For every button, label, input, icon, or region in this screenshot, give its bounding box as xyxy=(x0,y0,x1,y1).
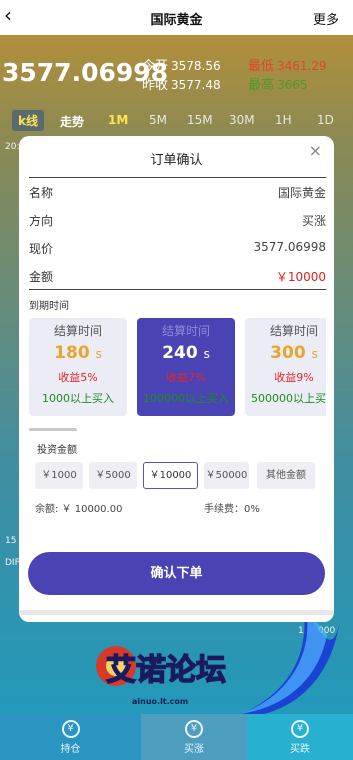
balance-text: 余额: ￥ 10000.00 xyxy=(35,504,123,515)
order-confirm-modal: 订单确认 × 名称 国际黄金 方向 买涨 现价 3577.06998 金额 ￥1… xyxy=(19,136,334,622)
nav-positions-label: 持仓 xyxy=(60,744,81,755)
amount-option[interactable]: ￥5000 xyxy=(89,462,137,489)
tab-kline[interactable]: k线 xyxy=(12,110,44,131)
prev-close-label: 昨收 xyxy=(142,78,169,93)
chart-side-label: 15 xyxy=(5,536,17,546)
card-duration: 300 s xyxy=(270,343,318,363)
coin-icon: ¥ xyxy=(61,720,80,738)
tab-1d[interactable]: 1D xyxy=(317,113,334,127)
other-amount-button[interactable]: 其他金额 xyxy=(257,462,315,489)
low-value: 3461.29 xyxy=(277,59,327,73)
order-row-name: 名称 国际黄金 xyxy=(29,181,326,203)
row-value: 3577.06998 xyxy=(253,240,326,254)
open-stat: 今开 3578.56 xyxy=(142,55,221,74)
row-value: ￥10000 xyxy=(275,270,326,284)
row-label: 金额 xyxy=(29,270,54,284)
expiry-card[interactable]: 结算时间 300 s 收益9% 500000以上买入 xyxy=(245,318,326,416)
row-value: 国际黄金 xyxy=(277,186,326,200)
open-label: 今开 xyxy=(142,59,169,74)
card-min: 1000以上买入 xyxy=(42,392,114,405)
tab-1m[interactable]: 1M xyxy=(108,113,128,127)
amount-options: ￥1000 ￥5000 ￥10000 ￥50000 其他金额 xyxy=(35,462,325,490)
chart-time-label: 20: xyxy=(5,142,20,152)
row-label: 现价 xyxy=(29,242,54,256)
row-value: 买涨 xyxy=(301,214,326,228)
card-yield: 收益7% xyxy=(166,371,206,384)
card-duration: 180 s xyxy=(54,343,102,363)
tab-trend[interactable]: 走势 xyxy=(60,113,84,130)
card-duration: 240 s xyxy=(162,343,210,363)
prev-close-stat: 昨收 3577.48 xyxy=(142,74,221,93)
nav-buy-up-label: 买涨 xyxy=(184,744,204,755)
nav-buy-down[interactable]: ¥ 买跌 xyxy=(247,714,353,760)
page-title: 国际黄金 xyxy=(150,13,203,28)
watermark-logo: 艾诺论坛 ainuo.lt.com xyxy=(92,642,262,712)
prev-close-value: 3577.48 xyxy=(171,78,221,92)
card-yield: 收益5% xyxy=(58,371,98,384)
tab-1h[interactable]: 1H xyxy=(275,113,292,127)
logo-text: 艾诺论坛 xyxy=(106,653,226,688)
expiry-card[interactable]: 结算时间 180 s 收益5% 1000以上买入 xyxy=(29,318,127,416)
expiry-cards: 结算时间 180 s 收益5% 1000以上买入 结算时间 240 s 收益7%… xyxy=(29,318,326,416)
nav-buy-down-label: 买跌 xyxy=(290,744,310,755)
more-button[interactable]: 更多 xyxy=(313,9,339,28)
tab-30m[interactable]: 30M xyxy=(229,113,255,127)
dif-label: DIF xyxy=(5,558,20,568)
high-label: 最高 xyxy=(248,78,275,93)
order-row-amount: 金额 ￥10000 xyxy=(29,265,326,287)
tab-5m[interactable]: 5M xyxy=(149,113,167,127)
expiry-label: 到期时间 xyxy=(29,301,69,312)
order-row-price: 现价 3577.06998 xyxy=(29,237,326,259)
fee-text: 手续费：0% xyxy=(204,504,260,515)
low-label: 最低 xyxy=(248,59,275,74)
amount-option[interactable]: ￥50000 xyxy=(204,462,249,489)
open-value: 3578.56 xyxy=(171,59,221,73)
modal-bottom-bar xyxy=(19,610,334,615)
yen-icon: ¥ xyxy=(291,720,309,738)
tab-15m[interactable]: 15M xyxy=(187,113,213,127)
amount-option-selected[interactable]: ￥10000 xyxy=(143,462,198,489)
expiry-card-selected[interactable]: 结算时间 240 s 收益7% 100000以上买入 xyxy=(137,318,235,416)
row-label: 名称 xyxy=(29,186,54,200)
logo-graphic: 艾诺论坛 ainuo.lt.com xyxy=(96,646,227,706)
divider xyxy=(29,177,326,178)
amount-option[interactable]: ￥1000 xyxy=(35,462,83,489)
cards-scrollbar[interactable] xyxy=(29,428,77,431)
nav-buy-up[interactable]: ¥ 买涨 xyxy=(141,714,247,760)
bottom-nav: ¥ 持仓 ¥ 买涨 ¥ 买跌 xyxy=(0,714,353,760)
card-title: 结算时间 xyxy=(161,324,210,338)
close-icon[interactable]: × xyxy=(309,141,322,160)
top-bar: ‹ 国际黄金 更多 xyxy=(0,0,353,35)
high-stat: 最高 3665 xyxy=(248,74,308,93)
modal-title: 订单确认 xyxy=(150,153,203,168)
amount-label: 投资金额 xyxy=(37,445,77,456)
order-row-direction: 方向 买涨 xyxy=(29,209,326,231)
low-stat: 最低 3461.29 xyxy=(248,55,327,74)
card-min: 100000以上买入 xyxy=(143,392,229,405)
card-title: 结算时间 xyxy=(269,324,318,338)
card-title: 结算时间 xyxy=(53,324,102,338)
row-label: 方向 xyxy=(29,214,54,228)
card-min: 500000以上买入 xyxy=(251,392,326,405)
logo-url: ainuo.lt.com xyxy=(132,697,188,706)
nav-positions[interactable]: ¥ 持仓 xyxy=(0,714,141,760)
divider xyxy=(29,289,326,290)
card-yield: 收益9% xyxy=(274,371,314,384)
high-value: 3665 xyxy=(277,78,308,92)
confirm-order-button[interactable]: 确认下单 xyxy=(28,552,325,595)
yen-icon: ¥ xyxy=(185,720,203,738)
